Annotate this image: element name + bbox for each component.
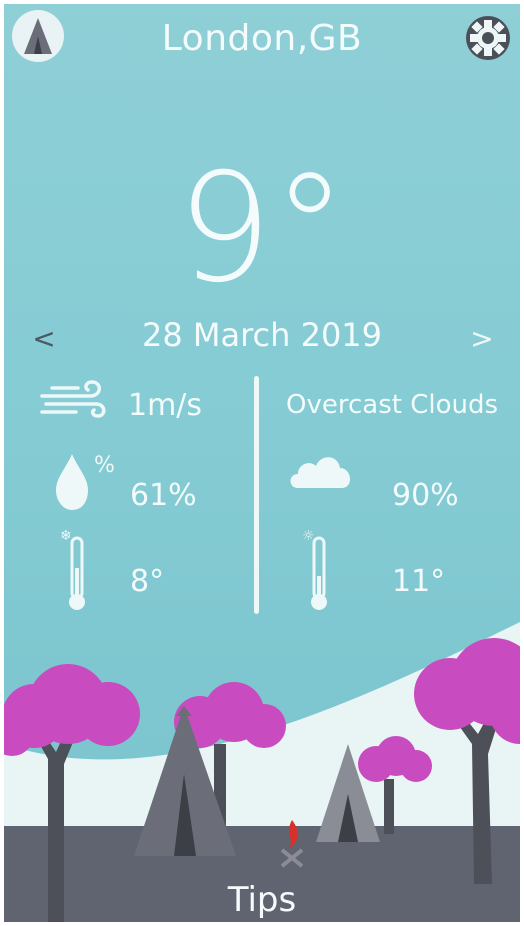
next-day-button[interactable]: > — [462, 322, 502, 355]
current-temperature: 9° — [176, 142, 348, 316]
svg-text:%: % — [94, 453, 115, 478]
humidity-drop-icon: % — [56, 453, 115, 510]
svg-text:❄: ❄ — [60, 528, 72, 544]
weather-screen: London,GB 9° < 28 March 2019 > 1m/s % 61… — [4, 4, 520, 922]
wind-icon — [40, 380, 106, 418]
gear-icon[interactable] — [462, 12, 514, 64]
hot-thermometer-icon: ☼ — [302, 528, 327, 610]
cloud-icon — [290, 457, 351, 488]
landscape-illustration — [4, 622, 520, 922]
weather-description: Overcast Clouds — [286, 390, 499, 420]
tips-button[interactable]: Tips — [4, 880, 520, 920]
max-temperature-value: 11° — [392, 564, 446, 599]
date-label: 28 March 2019 — [141, 316, 383, 354]
wind-speed-value: 1m/s — [128, 388, 203, 423]
humidity-value: 61% — [130, 478, 197, 513]
svg-text:☼: ☼ — [302, 528, 315, 544]
cold-thermometer-icon: ❄ — [60, 528, 85, 610]
details-divider — [254, 376, 259, 614]
min-temperature-value: 8° — [130, 564, 165, 599]
city-title: London,GB — [161, 18, 363, 59]
cloud-cover-value: 90% — [392, 478, 459, 513]
